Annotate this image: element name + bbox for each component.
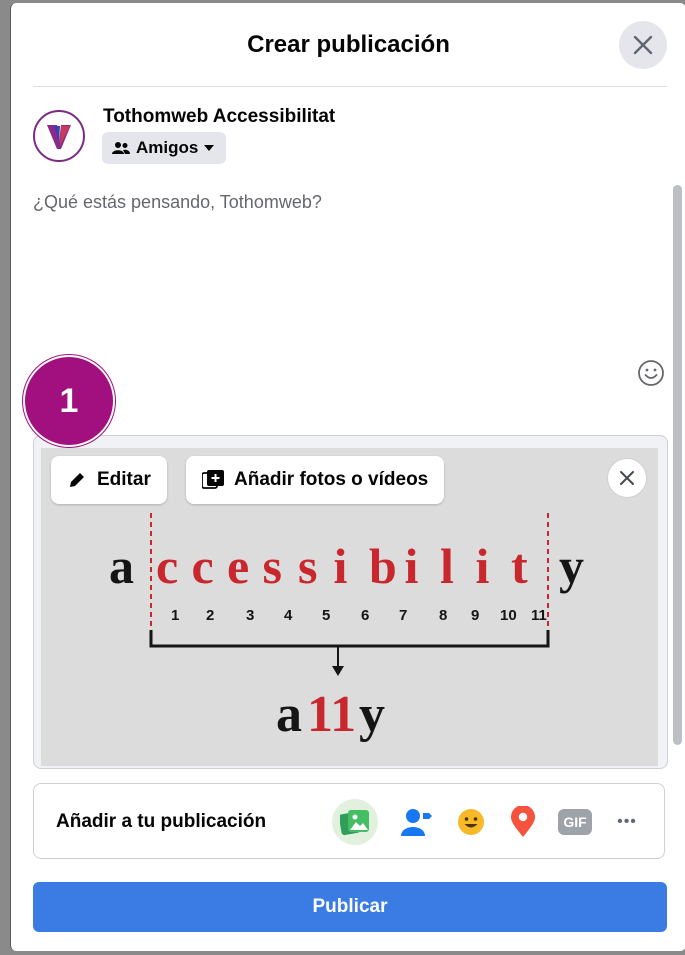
add-media-label: Añadir fotos o vídeos bbox=[234, 469, 429, 490]
user-name: Tothomweb Accessibilitat bbox=[103, 106, 336, 127]
more-options-button[interactable]: ••• bbox=[604, 799, 650, 845]
dialog-title: Crear publicación bbox=[247, 31, 450, 58]
letter-count-label: 5 bbox=[322, 607, 330, 624]
media-preview: a ccessibilit y 1 2 3 4 5 6 7 8 9 10 11 a 11 y Edi… bbox=[33, 435, 668, 769]
edit-media-button[interactable]: Editar bbox=[51, 456, 167, 504]
word-letter-middle: s bbox=[263, 538, 282, 594]
gif-button[interactable]: GIF bbox=[552, 799, 598, 845]
tag-people-icon bbox=[401, 809, 432, 836]
word-letter-middle: i bbox=[405, 538, 419, 594]
step-badge: 1 bbox=[23, 355, 115, 447]
add-photo-icon bbox=[202, 470, 224, 489]
feeling-button[interactable] bbox=[448, 799, 494, 845]
word-letter-middle: c bbox=[192, 538, 214, 594]
svg-text:GIF: GIF bbox=[563, 814, 587, 830]
emoji-button[interactable] bbox=[636, 358, 666, 388]
remove-media-button[interactable] bbox=[607, 458, 647, 498]
letter-count-label: 10 bbox=[500, 607, 517, 624]
letter-count-label: 4 bbox=[284, 607, 293, 624]
word-letter-middle: l bbox=[440, 538, 454, 594]
letter-count-label: 9 bbox=[471, 607, 479, 624]
feeling-icon bbox=[458, 809, 484, 835]
edit-label: Editar bbox=[97, 469, 151, 490]
add-to-post-bar: Añadir a tu publicación GIF ••• bbox=[33, 783, 665, 859]
word-letter-a: a bbox=[109, 538, 134, 594]
location-button[interactable] bbox=[500, 799, 546, 845]
scrollbar[interactable] bbox=[673, 185, 682, 745]
word-letter-y: y bbox=[559, 538, 584, 594]
brand-logo-avatar bbox=[47, 125, 71, 149]
friends-icon bbox=[112, 142, 130, 154]
caret-down-icon bbox=[204, 145, 215, 151]
letter-count-label: 1 bbox=[171, 607, 179, 624]
word-letter-middle: i bbox=[334, 538, 348, 594]
pencil-icon bbox=[70, 473, 84, 487]
word-letter-middle: c bbox=[156, 538, 178, 594]
audience-label: Amigos bbox=[136, 138, 199, 157]
close-icon bbox=[620, 471, 634, 485]
add-to-post-label: Añadir a tu publicación bbox=[56, 811, 267, 832]
letter-count-label: 7 bbox=[399, 607, 407, 624]
avatar[interactable] bbox=[33, 110, 85, 162]
letter-count-label: 11 bbox=[531, 607, 547, 624]
photo-video-icon bbox=[340, 810, 369, 836]
letter-count-label: 8 bbox=[439, 607, 447, 624]
letter-count-label: 2 bbox=[206, 607, 214, 624]
post-text-input[interactable]: ¿Qué estás pensando, Tothomweb? bbox=[33, 192, 322, 213]
close-button[interactable] bbox=[619, 21, 667, 69]
smiley-icon bbox=[638, 360, 664, 386]
add-photos-videos-button[interactable]: Añadir fotos o vídeos bbox=[186, 456, 445, 504]
tag-people-button[interactable] bbox=[394, 799, 440, 845]
close-icon bbox=[633, 35, 653, 55]
header-divider bbox=[33, 86, 667, 87]
photo-video-button[interactable] bbox=[332, 799, 378, 845]
short-y: y bbox=[359, 686, 385, 743]
letter-count-label: 6 bbox=[361, 607, 369, 624]
short-a: a bbox=[276, 686, 302, 743]
more-icon: ••• bbox=[617, 813, 637, 830]
publish-button[interactable]: Publicar bbox=[33, 882, 667, 932]
create-post-dialog: Crear publicación Tothomweb Accessibilit… bbox=[10, 3, 685, 951]
word-letter-middle: b bbox=[369, 538, 397, 594]
word-letter-middle: i bbox=[476, 538, 490, 594]
word-letter-middle: e bbox=[227, 538, 249, 594]
word-letter-middle: t bbox=[511, 538, 528, 594]
gif-icon: GIF bbox=[558, 809, 592, 835]
short-11: 11 bbox=[307, 686, 356, 743]
audience-selector[interactable]: Amigos bbox=[102, 132, 227, 164]
word-letter-middle: s bbox=[298, 538, 317, 594]
letter-count-label: 3 bbox=[246, 607, 254, 624]
location-icon bbox=[511, 806, 535, 837]
